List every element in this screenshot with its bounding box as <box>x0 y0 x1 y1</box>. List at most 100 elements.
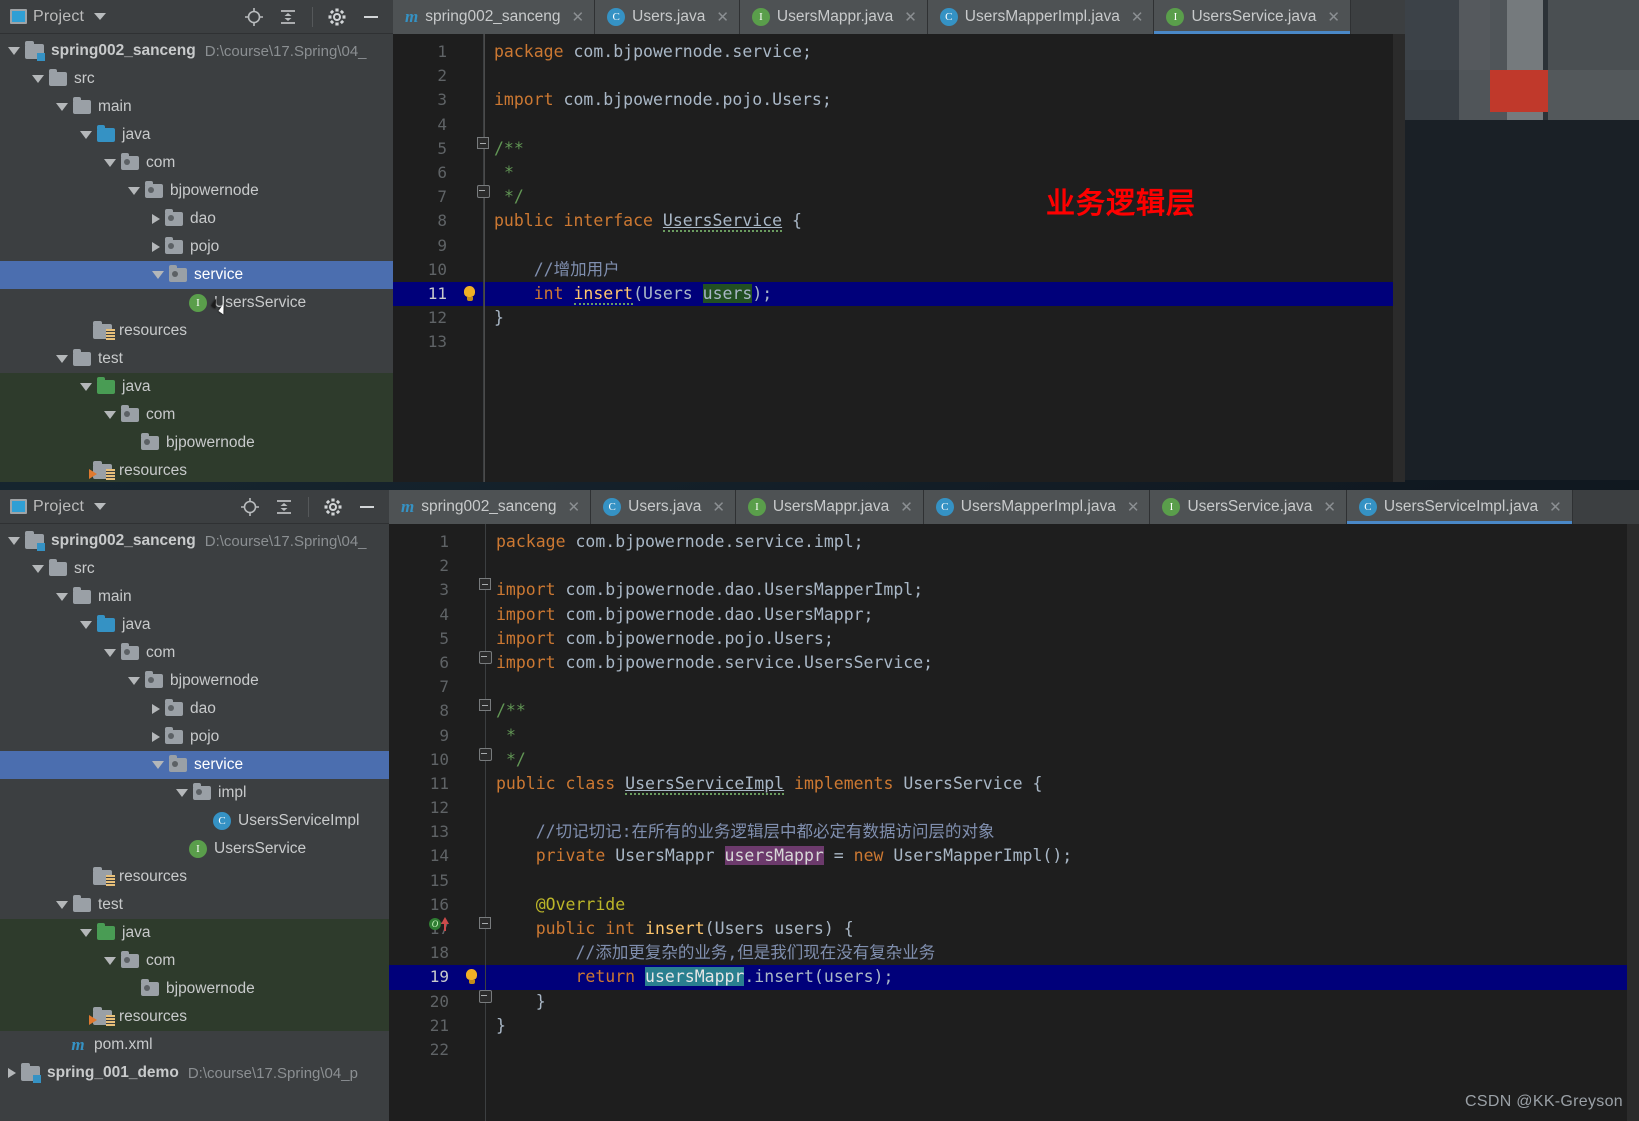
code-line[interactable] <box>484 64 1393 88</box>
code-line[interactable] <box>486 554 1627 578</box>
code-line[interactable]: //切记切记:在所有的业务逻辑层中都必定有数据访问层的对象 <box>486 820 1627 844</box>
editor-tab-spring002-sanceng[interactable]: m spring002_sanceng ✕ <box>393 0 596 34</box>
tree-item-usersservice[interactable]: I UsersService <box>0 289 393 317</box>
chevron-down-icon[interactable] <box>32 75 44 83</box>
chevron-down-icon[interactable] <box>80 929 92 937</box>
code-fold-toggle[interactable] <box>479 917 491 929</box>
code-line[interactable] <box>486 869 1627 893</box>
code-fold-toggle[interactable] <box>479 747 492 761</box>
editor-tab-usersservice-java[interactable]: I UsersService.java ✕ <box>1154 0 1351 34</box>
tree-item-impl[interactable]: impl <box>0 779 389 807</box>
code-fold-toggle[interactable] <box>479 989 492 1003</box>
chevron-down-icon[interactable] <box>152 761 164 769</box>
chevron-down-icon[interactable] <box>128 187 140 195</box>
chevron-down-icon[interactable] <box>128 677 140 685</box>
chevron-down-icon[interactable] <box>176 789 188 797</box>
code-line[interactable]: import com.bjpowernode.pojo.Users; <box>484 88 1393 112</box>
tree-item-bjpowernode[interactable]: bjpowernode <box>0 429 393 457</box>
chevron-down-icon[interactable] <box>94 13 107 20</box>
close-icon[interactable]: ✕ <box>904 8 917 26</box>
tree-item-src[interactable]: src <box>0 555 389 583</box>
code-fold-toggle[interactable] <box>477 185 490 199</box>
tree-item-dao[interactable]: dao <box>0 695 389 723</box>
tree-item-spring002-sanceng[interactable]: spring002_sanceng D:\course\17.Spring\04_ <box>0 37 393 65</box>
code-line[interactable] <box>484 113 1393 137</box>
code-fold-toggle[interactable] <box>479 650 492 664</box>
close-icon[interactable]: ✕ <box>712 498 725 516</box>
editor-tab-usersmappr-java[interactable]: I UsersMappr.java ✕ <box>735 490 924 524</box>
tree-item-main[interactable]: main <box>0 583 389 611</box>
editor-tab-usersmappr-java[interactable]: I UsersMappr.java ✕ <box>739 0 928 34</box>
code-line[interactable]: */ <box>486 748 1627 772</box>
code-line[interactable]: } <box>484 306 1393 330</box>
code-line[interactable]: public class UsersServiceImpl implements… <box>486 772 1627 796</box>
code-line[interactable]: */ <box>484 185 1393 209</box>
tree-item-resources[interactable]: resources <box>0 1003 389 1031</box>
chevron-right-icon[interactable] <box>152 732 160 742</box>
close-icon[interactable]: ✕ <box>1323 498 1336 516</box>
minimize-icon[interactable] <box>361 7 381 27</box>
code-line[interactable]: package com.bjpowernode.service; <box>484 40 1393 64</box>
code-line[interactable]: public interface UsersService { <box>484 209 1393 233</box>
tree-item-java[interactable]: java <box>0 919 389 947</box>
chevron-down-icon[interactable] <box>80 621 92 629</box>
tree-item-spring002-sanceng[interactable]: spring002_sanceng D:\course\17.Spring\04_ <box>0 527 389 555</box>
chevron-down-icon[interactable] <box>80 383 92 391</box>
tree-item-java[interactable]: java <box>0 121 393 149</box>
code-fold-toggle[interactable] <box>479 578 491 591</box>
tree-item-resources[interactable]: resources <box>0 863 389 891</box>
locate-icon[interactable] <box>240 497 260 517</box>
tree-item-resources[interactable]: resources <box>0 317 393 345</box>
code-line[interactable]: //添加更复杂的业务,但是我们现在没有复杂业务 <box>486 941 1627 965</box>
chevron-down-icon[interactable] <box>56 593 68 601</box>
chevron-right-icon[interactable] <box>152 242 160 252</box>
editor-scrollbar-bottom[interactable] <box>1627 524 1639 1121</box>
code-line[interactable]: /** <box>486 699 1627 723</box>
minimize-icon[interactable] <box>357 497 377 517</box>
chevron-down-icon[interactable] <box>56 103 68 111</box>
tree-item-pojo[interactable]: pojo <box>0 233 393 261</box>
code-line[interactable]: //增加用户 <box>484 258 1393 282</box>
code-line[interactable]: return usersMappr.insert(users); <box>486 965 1627 990</box>
tree-item-java[interactable]: java <box>0 611 389 639</box>
close-icon[interactable]: ✕ <box>716 8 729 26</box>
tree-item-usersserviceimpl[interactable]: C UsersServiceImpl <box>0 807 389 835</box>
code-line[interactable]: private UsersMappr usersMappr = new User… <box>486 844 1627 868</box>
chevron-down-icon[interactable] <box>104 159 116 167</box>
intention-bulb-icon[interactable] <box>462 285 477 301</box>
tree-item-src[interactable]: src <box>0 65 393 93</box>
tree-item-service[interactable]: service <box>0 261 393 289</box>
code-line[interactable]: import com.bjpowernode.dao.UsersMappr; <box>486 603 1627 627</box>
code-fold-toggle[interactable] <box>479 699 491 712</box>
project-tree-top[interactable]: spring002_sanceng D:\course\17.Spring\04_… <box>0 34 393 482</box>
code-line[interactable]: int insert(Users users); <box>484 281 1393 307</box>
code-line[interactable]: * <box>484 161 1393 185</box>
code-line[interactable]: /** <box>484 137 1393 161</box>
code-line[interactable]: } <box>486 1014 1627 1038</box>
tree-item-main[interactable]: main <box>0 93 393 121</box>
editor-tab-usersmapperimpl-java[interactable]: C UsersMapperImpl.java ✕ <box>927 0 1155 34</box>
editor-tab-users-java[interactable]: C Users.java ✕ <box>595 0 740 34</box>
close-icon[interactable]: ✕ <box>1131 8 1144 26</box>
collapse-all-icon[interactable] <box>274 497 294 517</box>
tree-item-service[interactable]: service <box>0 751 389 779</box>
tree-item-bjpowernode[interactable]: bjpowernode <box>0 667 389 695</box>
code-fold-toggle[interactable] <box>477 136 489 149</box>
tree-item-test[interactable]: test <box>0 891 389 919</box>
close-icon[interactable]: ✕ <box>900 498 913 516</box>
chevron-down-icon[interactable] <box>104 957 116 965</box>
tree-item-bjpowernode[interactable]: bjpowernode <box>0 975 389 1003</box>
code-line[interactable]: import com.bjpowernode.pojo.Users; <box>486 627 1627 651</box>
chevron-down-icon[interactable] <box>80 131 92 139</box>
tree-item-pom-xml[interactable]: m pom.xml <box>0 1031 389 1059</box>
code-line[interactable]: } <box>486 990 1627 1014</box>
close-icon[interactable]: ✕ <box>1127 498 1140 516</box>
close-icon[interactable]: ✕ <box>572 8 585 26</box>
editor-tab-usersserviceimpl-java[interactable]: C UsersServiceImpl.java ✕ <box>1346 490 1573 524</box>
code-line[interactable] <box>486 1038 1627 1062</box>
code-text-top[interactable]: package com.bjpowernode.service; import … <box>483 34 1393 482</box>
chevron-down-icon[interactable] <box>8 47 20 55</box>
code-text-bottom[interactable]: package com.bjpowernode.service.impl; im… <box>485 524 1627 1121</box>
editor-tab-usersmapperimpl-java[interactable]: C UsersMapperImpl.java ✕ <box>923 490 1151 524</box>
tree-item-com[interactable]: com <box>0 401 393 429</box>
